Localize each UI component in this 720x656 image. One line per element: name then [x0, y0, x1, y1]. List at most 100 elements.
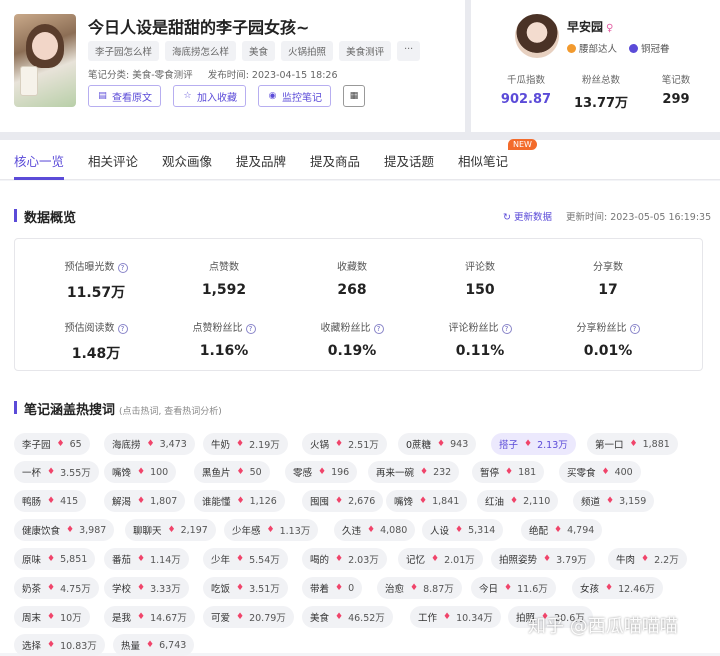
keyword-chip[interactable]: 今日 ♦ 11.6万	[471, 577, 556, 599]
help-icon[interactable]: ?	[245, 324, 256, 334]
keyword-chip[interactable]: 可爱 ♦ 20.79万	[203, 606, 294, 628]
note-tag[interactable]: 美食测评	[339, 41, 392, 61]
avatar[interactable]	[515, 14, 559, 58]
overview-stat: 预估曝光数? 11.57万	[31, 255, 161, 302]
keyword-chip[interactable]: 频道 ♦ 3,159	[573, 490, 655, 512]
keyword-chip[interactable]: 带着 ♦ 0	[302, 577, 363, 599]
refresh-button[interactable]: ↻ 更新数据	[503, 209, 552, 223]
keyword-chip[interactable]: 暂停 ♦ 181	[472, 461, 545, 483]
more-tags-button[interactable]: ···	[397, 41, 421, 61]
keyword-word: 海底捞	[112, 440, 141, 451]
fire-icon: ♦	[335, 583, 344, 593]
keyword-chip[interactable]: 久违 ♦ 4,080	[334, 519, 416, 541]
keyword-chip[interactable]: 记忆 ♦ 2.01万	[398, 548, 483, 570]
keyword-chip[interactable]: 工作 ♦ 10.34万	[410, 606, 501, 628]
tab-brands[interactable]: 提及品牌	[236, 151, 286, 170]
keyword-chip[interactable]: 一杯 ♦ 3.55万	[14, 461, 99, 483]
keyword-chip[interactable]: 吃饭 ♦ 3.51万	[203, 577, 288, 599]
keyword-chip[interactable]: 火锅 ♦ 2.51万	[302, 433, 387, 455]
tab-comments[interactable]: 相关评论	[88, 151, 138, 170]
keyword-chip[interactable]: 聊聊天 ♦ 2,197	[125, 519, 216, 541]
keyword-chip[interactable]: 搭子 ♦ 2.13万	[491, 433, 576, 455]
overview-stat: 收藏粉丝比? 0.19%	[287, 316, 417, 359]
fire-icon: ♦	[524, 439, 533, 449]
keyword-heat: 50	[249, 466, 262, 478]
keyword-word: 女孩	[580, 584, 600, 595]
fire-icon: ♦	[137, 496, 146, 506]
keyword-chip[interactable]: 红油 ♦ 2,110	[477, 490, 559, 512]
fire-icon: ♦	[47, 554, 56, 564]
fire-icon: ♦	[47, 612, 56, 622]
tab-topics[interactable]: 提及话题	[384, 151, 434, 170]
keyword-chip[interactable]: 原味 ♦ 5,851	[14, 548, 96, 570]
keyword-chip[interactable]: 黑鱼片 ♦ 50	[194, 461, 270, 483]
keyword-chip[interactable]: 解渴 ♦ 1,807	[104, 490, 186, 512]
keyword-heat: 2.03万	[348, 555, 379, 566]
keyword-chip[interactable]: 周末 ♦ 10万	[14, 606, 90, 628]
view-original-button[interactable]: ▤ 查看原文	[88, 85, 161, 107]
keyword-chip[interactable]: 少年 ♦ 5.54万	[203, 548, 288, 570]
overview-stat: 评论数 150	[415, 255, 545, 298]
keyword-chip[interactable]: 鸭肠 ♦ 415	[14, 490, 87, 512]
keyword-word: 解渴	[112, 497, 132, 508]
keyword-chip[interactable]: 海底捞 ♦ 3,473	[104, 433, 195, 455]
fire-icon: ♦	[47, 467, 56, 477]
keyword-word: 鸭肠	[22, 497, 42, 508]
keyword-word: 带着	[310, 584, 330, 595]
keyword-word: 久违	[342, 526, 362, 537]
keyword-chip[interactable]: 人设 ♦ 5,314	[422, 519, 504, 541]
keyword-chip[interactable]: 喝的 ♦ 2.03万	[302, 548, 387, 570]
fire-icon: ♦	[510, 496, 519, 506]
note-tag[interactable]: 美食	[242, 41, 276, 61]
help-icon[interactable]: ?	[629, 324, 640, 334]
keyword-chip[interactable]: 嘴馋 ♦ 100	[104, 461, 177, 483]
keyword-heat: 3,987	[79, 524, 107, 536]
keyword-chip[interactable]: 女孩 ♦ 12.46万	[572, 577, 663, 599]
overview-stat-value: 1.16%	[199, 343, 249, 359]
help-icon[interactable]: ?	[501, 324, 512, 334]
fire-icon: ♦	[47, 583, 56, 593]
keyword-chip[interactable]: 美食 ♦ 46.52万	[302, 606, 393, 628]
keyword-chip[interactable]: 学校 ♦ 3.33万	[104, 577, 189, 599]
keyword-chip[interactable]: 再来一碗 ♦ 232	[368, 461, 460, 483]
keyword-chip[interactable]: 嘴馋 ♦ 1,841	[386, 490, 468, 512]
keyword-word: 健康饮食	[22, 526, 61, 537]
note-tag[interactable]: 火锅拍照	[281, 41, 334, 61]
keyword-chip[interactable]: 李子园 ♦ 65	[14, 433, 90, 455]
keyword-chip[interactable]: 治愈 ♦ 8.87万	[377, 577, 462, 599]
note-tag[interactable]: 李子园怎么样	[88, 41, 160, 61]
keyword-chip[interactable]: 第一口 ♦ 1,881	[587, 433, 678, 455]
keyword-chip[interactable]: 牛奶 ♦ 2.19万	[203, 433, 288, 455]
add-favorite-label: 加入收藏	[197, 92, 237, 104]
qrcode-button[interactable]: ▦	[343, 85, 365, 107]
keyword-chip[interactable]: 少年感 ♦ 1.13万	[224, 519, 319, 541]
keyword-chip[interactable]: 买零食 ♦ 400	[559, 461, 641, 483]
note-tag[interactable]: 海底捞怎么样	[165, 41, 237, 61]
keyword-chip[interactable]: 奶茶 ♦ 4.75万	[14, 577, 99, 599]
tab-core-overview[interactable]: 核心一览	[14, 151, 64, 170]
keyword-chip[interactable]: 健康饮食 ♦ 3,987	[14, 519, 115, 541]
help-icon[interactable]: ?	[117, 263, 128, 273]
keyword-chip[interactable]: 牛肉 ♦ 2.2万	[608, 548, 687, 570]
help-icon[interactable]: ?	[373, 324, 384, 334]
monitor-label: 监控笔记	[282, 92, 322, 104]
keyword-chip[interactable]: 零感 ♦ 196	[285, 461, 358, 483]
fire-icon: ♦	[266, 525, 275, 535]
keyword-chip[interactable]: 拍照姿势 ♦ 3.79万	[491, 548, 595, 570]
note-thumbnail[interactable]	[14, 14, 76, 107]
add-favorite-button[interactable]: ☆ 加入收藏	[173, 85, 246, 107]
tab-bar: 核心一览 相关评论 观众画像 提及品牌 提及商品 提及话题 相似笔记	[0, 140, 720, 180]
keyword-chip[interactable]: 谁能懂 ♦ 1,126	[194, 490, 285, 512]
overview-stat-label: 收藏数	[337, 262, 367, 273]
keyword-chip[interactable]: 0蔗糖 ♦ 943	[398, 433, 477, 455]
keyword-chip[interactable]: 绝配 ♦ 4,794	[521, 519, 603, 541]
tab-similar-notes[interactable]: 相似笔记	[458, 151, 508, 170]
help-icon[interactable]: ?	[117, 324, 128, 334]
tab-products[interactable]: 提及商品	[310, 151, 360, 170]
user-name[interactable]: 早安园	[567, 20, 603, 34]
keyword-chip[interactable]: 是我 ♦ 14.67万	[104, 606, 195, 628]
keyword-chip[interactable]: 番茄 ♦ 1.14万	[104, 548, 189, 570]
monitor-note-button[interactable]: ◉ 监控笔记	[258, 85, 331, 107]
keyword-chip[interactable]: 囤囤 ♦ 2,676	[302, 490, 384, 512]
tab-audience[interactable]: 观众画像	[162, 151, 212, 170]
